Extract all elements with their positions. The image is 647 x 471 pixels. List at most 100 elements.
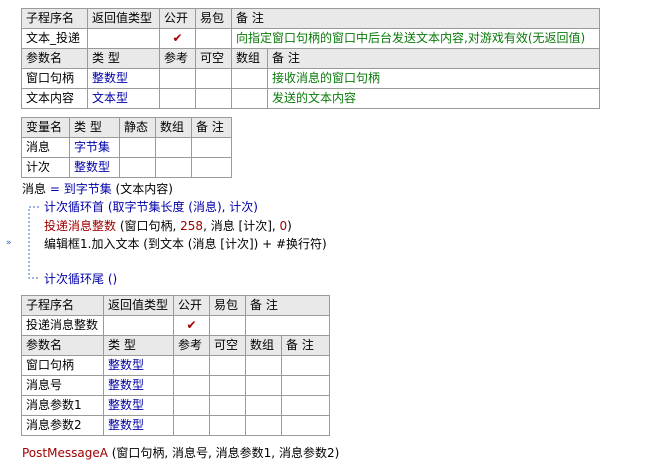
variable-row[interactable]: 计次 整数型 xyxy=(21,157,232,178)
param-remark-cell[interactable]: 发送的文本内容 xyxy=(266,88,601,109)
var-arr-cell[interactable] xyxy=(155,157,192,178)
param-row[interactable]: 窗口句柄 整数型 xyxy=(21,355,331,376)
code-line-1[interactable]: 消息 = 到字节集 (文本内容) xyxy=(22,180,173,199)
param-name-cell[interactable]: 文本内容 xyxy=(21,88,88,109)
param-name-cell[interactable]: 消息参数1 xyxy=(21,395,104,416)
subroutine-row[interactable]: 文本_投递 ✔ 向指定窗口句柄的窗口中后台发送文本内容,对游戏有效(无返回值) xyxy=(21,28,601,49)
code-call: 投递消息整数 xyxy=(44,219,117,233)
col-var-remark: 备 注 xyxy=(191,117,232,138)
col-epack: 易包 xyxy=(195,8,232,29)
col-remark: 备 注 xyxy=(230,8,601,29)
var-remark-cell[interactable] xyxy=(191,157,232,178)
var-arr-cell[interactable] xyxy=(155,137,192,158)
param-row[interactable]: 消息号 整数型 xyxy=(21,375,331,396)
code-var: 消息 xyxy=(22,182,47,196)
param-name-cell[interactable]: 窗口句柄 xyxy=(21,355,104,376)
param-type-cell[interactable]: 整数型 xyxy=(103,415,174,436)
var-name-cell[interactable]: 消息 xyxy=(21,137,70,158)
col-param-arr: 数组 xyxy=(231,48,268,69)
param-arr-cell[interactable] xyxy=(245,415,282,436)
remark-cell[interactable]: 向指定窗口句柄的窗口中后台发送文本内容,对游戏有效(无返回值) xyxy=(230,28,601,49)
param-ref-cell[interactable] xyxy=(173,355,210,376)
param-remark-cell[interactable] xyxy=(280,375,331,396)
param-type-cell[interactable]: 文本型 xyxy=(87,88,160,109)
param-type-cell[interactable]: 整数型 xyxy=(103,395,174,416)
param-type-cell[interactable]: 整数型 xyxy=(87,68,160,89)
epack-cell[interactable] xyxy=(195,28,232,49)
remark-cell[interactable] xyxy=(244,315,331,336)
var-type-cell[interactable]: 字节集 xyxy=(69,137,120,158)
param-arr-cell[interactable] xyxy=(245,375,282,396)
param-remark-cell[interactable] xyxy=(280,415,331,436)
code-number: 0 xyxy=(279,219,288,233)
param-name-cell[interactable]: 消息号 xyxy=(21,375,104,396)
code-loop-start[interactable]: 计次循环首 (取字节集长度 (消息), 计次) xyxy=(44,198,258,217)
col-var-static: 静态 xyxy=(119,117,156,138)
col-param-name: 参数名 xyxy=(21,48,88,69)
public-check-icon[interactable]: ✔ xyxy=(159,28,196,49)
var-static-cell[interactable] xyxy=(119,137,156,158)
var-type-cell[interactable]: 整数型 xyxy=(69,157,120,178)
variable-row[interactable]: 消息 字节集 xyxy=(21,137,232,158)
param-opt-cell[interactable] xyxy=(209,375,246,396)
param-row[interactable]: 消息参数1 整数型 xyxy=(21,395,331,416)
col-param-name: 参数名 xyxy=(21,335,104,356)
param-header-row: 参数名 类 型 参考 可空 数组 备 注 xyxy=(21,335,331,356)
epack-cell[interactable] xyxy=(209,315,246,336)
col-param-type: 类 型 xyxy=(87,48,160,69)
param-ref-cell[interactable] xyxy=(173,375,210,396)
code-number: 258 xyxy=(180,219,204,233)
param-name-cell[interactable]: 消息参数2 xyxy=(21,415,104,436)
var-remark-cell[interactable] xyxy=(191,137,232,158)
param-arr-cell[interactable] xyxy=(231,68,268,89)
code-function: 到字节集 xyxy=(63,182,112,196)
param-name-cell[interactable]: 窗口句柄 xyxy=(21,68,88,89)
param-row[interactable]: 消息参数2 整数型 xyxy=(21,415,331,436)
col-var-name: 变量名 xyxy=(21,117,70,138)
param-remark-cell[interactable] xyxy=(280,395,331,416)
col-var-type: 类 型 xyxy=(69,117,120,138)
param-row[interactable]: 文本内容 文本型 发送的文本内容 xyxy=(21,88,601,109)
col-return-type: 返回值类型 xyxy=(87,8,160,29)
col-public: 公开 xyxy=(159,8,196,29)
var-name-cell[interactable]: 计次 xyxy=(21,157,70,178)
param-ref-cell[interactable] xyxy=(159,68,196,89)
var-static-cell[interactable] xyxy=(119,157,156,178)
param-row[interactable]: 窗口句柄 整数型 接收消息的窗口句柄 xyxy=(21,68,601,89)
subroutine-row[interactable]: 投递消息整数 ✔ xyxy=(21,315,331,336)
col-sub-name: 子程序名 xyxy=(21,295,104,316)
param-arr-cell[interactable] xyxy=(245,395,282,416)
col-param-ref: 参考 xyxy=(173,335,210,356)
param-opt-cell[interactable] xyxy=(209,415,246,436)
param-type-cell[interactable]: 整数型 xyxy=(103,355,174,376)
subroutine-table-text-post: 子程序名 返回值类型 公开 易包 备 注 文本_投递 ✔ 向指定窗口句柄的窗口中… xyxy=(21,8,601,109)
sub-name-cell[interactable]: 投递消息整数 xyxy=(21,315,104,336)
param-ref-cell[interactable] xyxy=(173,395,210,416)
code-args: , 消息 [计次], xyxy=(203,219,280,233)
return-type-cell[interactable] xyxy=(87,28,160,49)
subroutine-header-row: 子程序名 返回值类型 公开 易包 备 注 xyxy=(21,8,601,29)
param-remark-cell[interactable] xyxy=(280,355,331,376)
code-loop-end[interactable]: 计次循环尾 () xyxy=(44,270,117,289)
return-type-cell[interactable] xyxy=(103,315,174,336)
col-return-type: 返回值类型 xyxy=(103,295,174,316)
col-remark: 备 注 xyxy=(244,295,331,316)
public-check-icon[interactable]: ✔ xyxy=(173,315,210,336)
code-line-4[interactable]: 编辑框1.加入文本 (到文本 (消息 [计次]) + #换行符) xyxy=(44,235,327,254)
param-arr-cell[interactable] xyxy=(231,88,268,109)
code-line-3[interactable]: 投递消息整数 (窗口句柄, 258, 消息 [计次], 0) xyxy=(44,217,292,236)
loop-fold-bracket xyxy=(28,206,39,279)
param-arr-cell[interactable] xyxy=(245,355,282,376)
sub-name-cell[interactable]: 文本_投递 xyxy=(21,28,88,49)
param-opt-cell[interactable] xyxy=(195,88,232,109)
col-var-arr: 数组 xyxy=(155,117,192,138)
col-param-type: 类 型 xyxy=(103,335,174,356)
param-type-cell[interactable]: 整数型 xyxy=(103,375,174,396)
param-opt-cell[interactable] xyxy=(209,355,246,376)
code-dll-call[interactable]: PostMessageA (窗口句柄, 消息号, 消息参数1, 消息参数2) xyxy=(22,444,339,463)
param-opt-cell[interactable] xyxy=(195,68,232,89)
param-ref-cell[interactable] xyxy=(173,415,210,436)
param-remark-cell[interactable]: 接收消息的窗口句柄 xyxy=(266,68,601,89)
param-opt-cell[interactable] xyxy=(209,395,246,416)
param-ref-cell[interactable] xyxy=(159,88,196,109)
